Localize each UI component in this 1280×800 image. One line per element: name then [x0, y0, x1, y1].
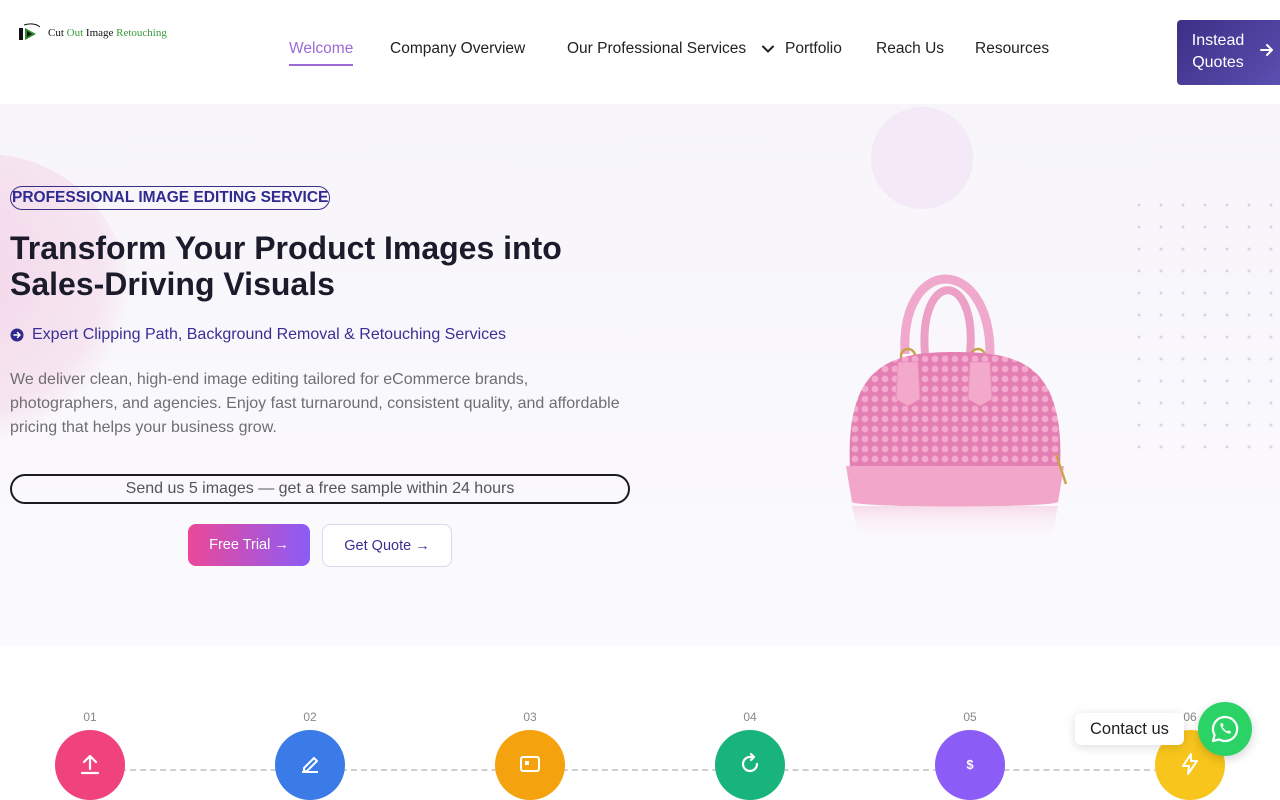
step-number: 02 [303, 710, 317, 724]
logo-word-retouching: Retouching [116, 27, 167, 39]
step-item: 01 [55, 710, 125, 800]
nav-item-resources[interactable]: Resources [975, 40, 1049, 58]
arrow-right-icon [1260, 44, 1273, 56]
step-number: 04 [743, 710, 757, 724]
handbag-product-image [846, 274, 1068, 544]
nav-item-reach-us[interactable]: Reach Us [876, 40, 944, 58]
get-quote-button[interactable]: Get Quote → [322, 524, 452, 567]
instead-quotes-button[interactable]: Instead Quotes [1177, 20, 1280, 85]
contact-us-label[interactable]: Contact us [1075, 713, 1184, 745]
step-number: 03 [523, 710, 537, 724]
logo-word-out: Out [66, 27, 84, 39]
refresh-icon [741, 752, 759, 773]
nav-item-company-overview[interactable]: Company Overview [390, 40, 525, 58]
hero-title: Transform Your Product Images into Sales… [10, 230, 562, 302]
step-item: 03 [495, 710, 565, 800]
site-logo[interactable]: Cut Out Image Retouching [18, 22, 167, 44]
image-icon [520, 756, 540, 772]
edit-icon [302, 757, 318, 773]
upload-icon [80, 754, 100, 775]
whatsapp-button[interactable] [1198, 702, 1252, 756]
step-circle [55, 730, 125, 800]
logo-icon [19, 23, 41, 40]
decorative-circle [871, 107, 973, 209]
chevron-down-icon[interactable] [761, 42, 775, 56]
hero-badge: PROFESSIONAL IMAGE EDITING SERVICE [10, 186, 331, 210]
svg-text:$: $ [966, 757, 974, 772]
bolt-icon [1182, 753, 1198, 775]
hero-description: We deliver clean, high-end image editing… [10, 371, 620, 436]
step-item: 02 [275, 710, 345, 800]
free-trial-button[interactable]: Free Trial → [188, 524, 310, 566]
nav-item-services[interactable]: Our Professional Services [567, 40, 746, 58]
logo-word-image: Image [85, 27, 114, 39]
instead-quotes-label: Instead Quotes [1191, 32, 1245, 71]
hero-section: PROFESSIONAL IMAGE EDITING SERVICE Trans… [0, 104, 1280, 646]
step-number: 01 [83, 710, 97, 724]
whatsapp-icon [1211, 715, 1239, 743]
step-circle [275, 730, 345, 800]
hero-subtitle: Expert Clipping Path, Background Removal… [10, 326, 506, 344]
hero-subtitle-text: Expert Clipping Path, Background Removal… [32, 326, 507, 343]
decorative-dot-grid [1128, 194, 1278, 454]
step-item: 04 [715, 710, 785, 800]
step-circle [495, 730, 565, 800]
free-sample-offer: Send us 5 images — get a free sample wit… [10, 474, 630, 504]
site-header: Cut Out Image Retouching Welcome Company… [0, 0, 1280, 104]
step-number: 05 [963, 710, 977, 724]
arrow-circle-right-icon [10, 328, 24, 342]
dollar-icon: $ [966, 757, 974, 772]
step-item: 05 $ [935, 710, 1005, 800]
step-circle [715, 730, 785, 800]
steps-connector [90, 769, 1190, 771]
step-circle: $ [935, 730, 1005, 800]
logo-word-cut: Cut [48, 27, 64, 39]
nav-item-portfolio[interactable]: Portfolio [785, 40, 842, 58]
nav-item-welcome[interactable]: Welcome [289, 40, 354, 66]
